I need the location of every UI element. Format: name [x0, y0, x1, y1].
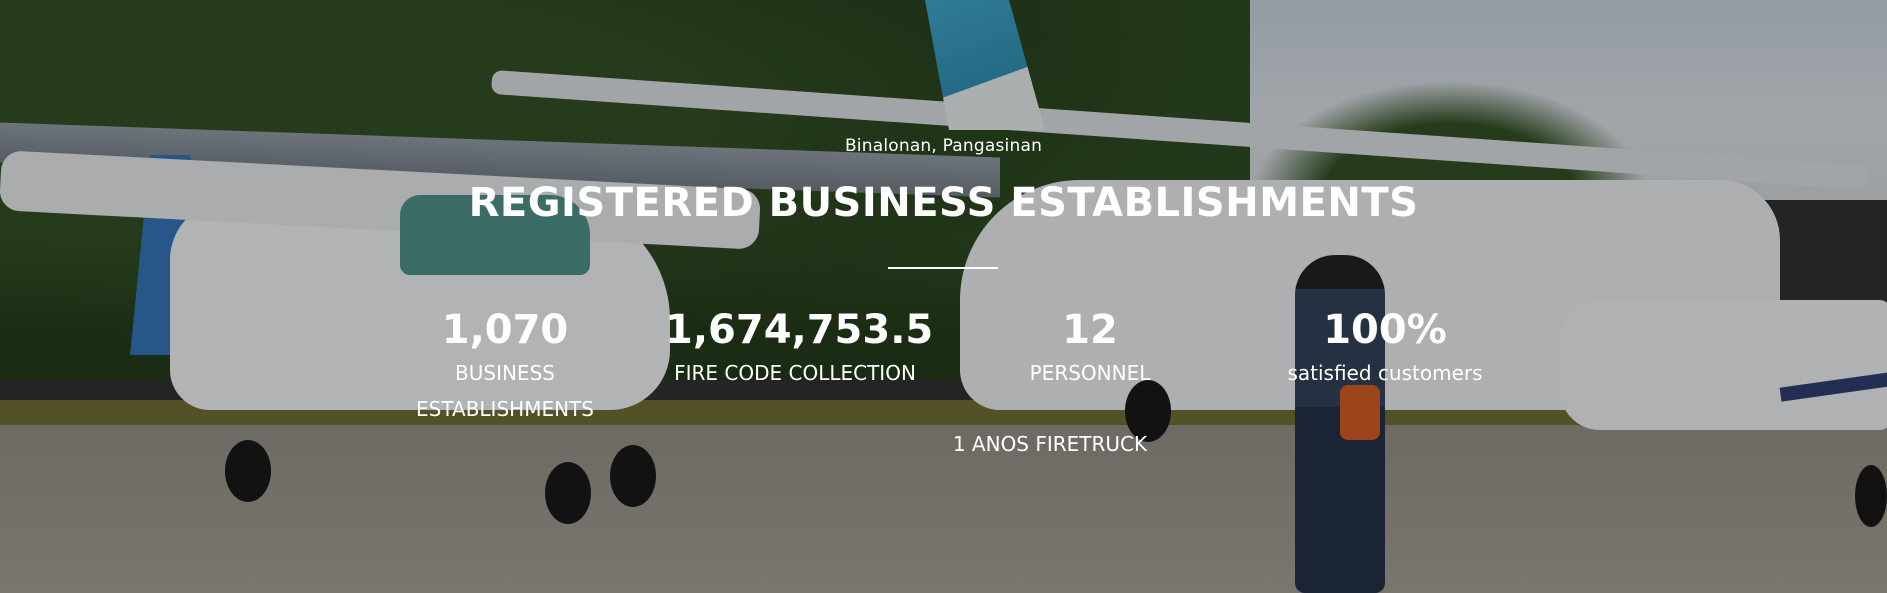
stat-number: 100%: [1323, 307, 1447, 353]
title-divider: [888, 267, 998, 269]
stat-business-establishments: 1,070 BUSINESS ESTABLISHMENTS: [405, 305, 605, 427]
stat-number: 1,070: [441, 307, 569, 353]
stat-number: 12: [1062, 307, 1118, 353]
stat-label: satisfied customers: [1287, 361, 1483, 385]
hero-section: Binalonan, Pangasinan REGISTERED BUSINES…: [0, 0, 1887, 593]
page-title: REGISTERED BUSINESS ESTABLISHMENTS: [468, 180, 1419, 226]
location-label: Binalonan, Pangasinan: [844, 136, 1043, 156]
stat-label: FIRE CODE COLLECTION: [674, 361, 916, 385]
stat-satisfied-customers: 100% satisfied customers: [1265, 305, 1505, 391]
stat-fire-code-collection: 1,674,753.5 FIRE CODE COLLECTION: [665, 305, 934, 391]
stat-personnel: 12 PERSONNEL: [1010, 305, 1170, 391]
stat-label: PERSONNEL: [1029, 361, 1151, 385]
hero-content: Binalonan, Pangasinan REGISTERED BUSINES…: [0, 0, 1887, 593]
firetruck-label: 1 ANOS FIRETRUCK: [952, 432, 1148, 456]
stat-number: 1,674,753.5: [665, 307, 934, 353]
stat-label: BUSINESS ESTABLISHMENTS: [416, 361, 594, 421]
